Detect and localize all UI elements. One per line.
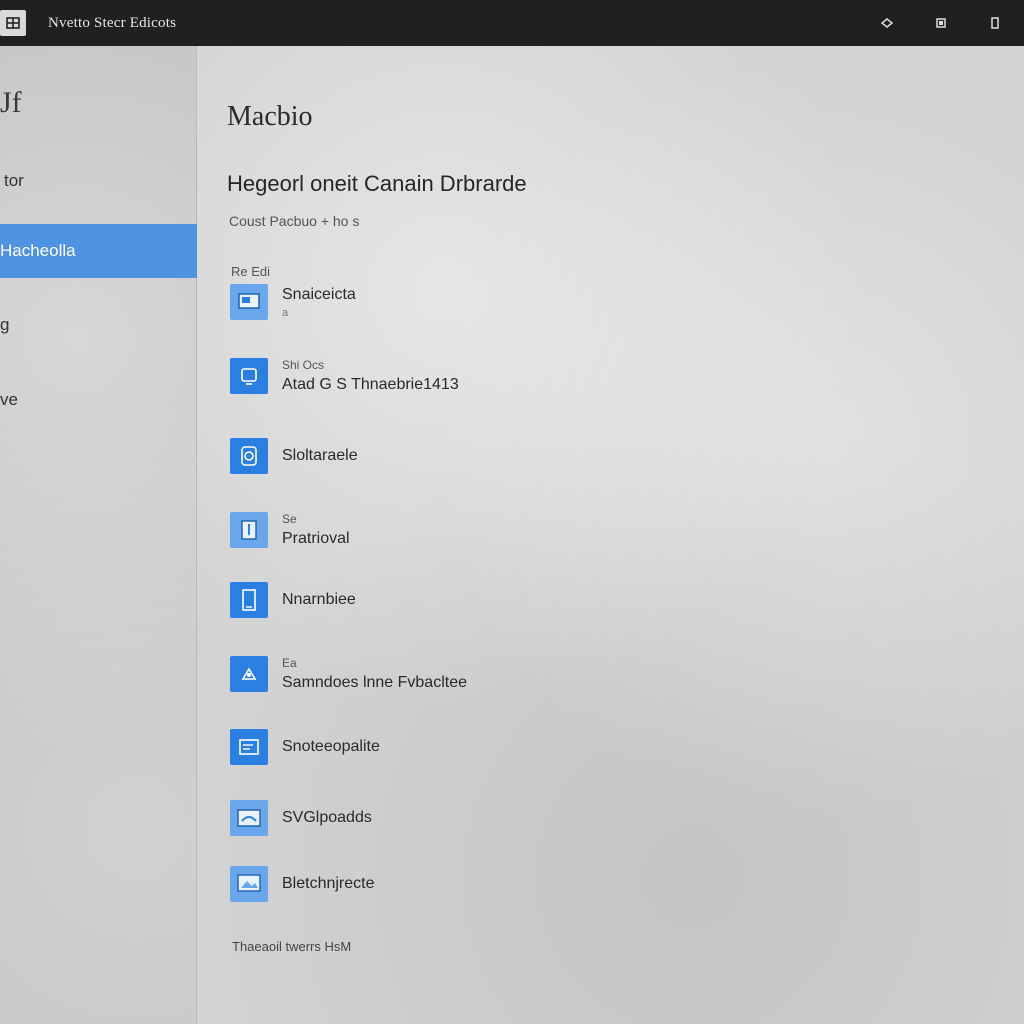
setting-item[interactable]: Nnarnbiee: [230, 582, 356, 618]
sidebar-item-label: Hacheolla: [0, 241, 76, 260]
section-label: Re Edi: [231, 264, 271, 279]
setting-item[interactable]: SVGlpoadds: [230, 800, 372, 836]
sidebar-item-4[interactable]: ve: [0, 373, 197, 427]
image-icon: [230, 866, 268, 902]
app-logo-icon: [0, 10, 26, 36]
setting-label: Nnarnbiee: [282, 591, 356, 608]
page-caption: Coust Pacbuo + ho s: [229, 213, 360, 229]
display-icon: [230, 284, 268, 320]
setting-item[interactable]: Snoteeopalite: [230, 729, 380, 765]
setting-label: Snoteeopalite: [282, 738, 380, 755]
page-subtitle: Hegeorl oneit Canain Drbrarde: [227, 171, 527, 196]
list-icon: [230, 729, 268, 765]
setting-caption: Shi Ocs: [282, 358, 325, 372]
sidebar-item-selected[interactable]: Hacheolla: [0, 224, 197, 278]
pen-icon: [230, 512, 268, 548]
close-icon[interactable]: [986, 14, 1004, 32]
sidebar-item-label: ve: [0, 390, 18, 409]
setting-caption: Se: [282, 512, 297, 526]
sidebar-item-label: tor: [4, 171, 24, 190]
setting-item[interactable]: Ea Samndoes lnne Fvbacltee: [230, 656, 467, 692]
setting-item[interactable]: Bletchnjrecte: [230, 866, 375, 902]
setting-sub: a: [282, 306, 289, 319]
document-icon: [230, 582, 268, 618]
setting-label: SVGlpoadds: [282, 809, 372, 826]
setting-caption: Ea: [282, 656, 297, 670]
shield-icon: [230, 438, 268, 474]
cloud-icon: [230, 800, 268, 836]
setting-label: Atad G S Thnaebrie1413: [282, 376, 459, 393]
window-controls: [878, 0, 1004, 46]
sidebar-item-label: g: [0, 315, 10, 334]
page-title: Macbio: [227, 101, 313, 132]
setting-label: Bletchnjrecte: [282, 875, 375, 892]
sidebar: Jf tor Hacheolla g ve: [0, 46, 197, 1024]
sidebar-item-1[interactable]: tor: [0, 154, 197, 208]
app-window: Nvetto Stecr Edicots Jf tor Hacheolla g …: [0, 0, 1024, 1024]
setting-item[interactable]: Shi Ocs Atad G S Thnaebrie1413: [230, 358, 459, 394]
sync-icon[interactable]: [878, 14, 896, 32]
pin-icon: [230, 656, 268, 692]
title-bar: Nvetto Stecr Edicots: [0, 0, 1024, 46]
sidebar-heading: Jf: [0, 86, 22, 119]
restore-icon[interactable]: [932, 14, 950, 32]
setting-item[interactable]: Se Pratrioval: [230, 512, 350, 548]
footer-link[interactable]: Thaeaoil twerrs HsM: [232, 939, 351, 954]
setting-label: Sloltaraele: [282, 447, 358, 464]
setting-item[interactable]: Snaiceicta a: [230, 284, 356, 320]
sidebar-item-3[interactable]: g: [0, 298, 197, 352]
main-content: Macbio Hegeorl oneit Canain Drbrarde Cou…: [197, 46, 1024, 1024]
setting-label: Snaiceicta: [282, 285, 356, 303]
setting-label: Pratrioval: [282, 530, 350, 547]
monitor-icon: [230, 358, 268, 394]
window-title: Nvetto Stecr Edicots: [48, 14, 177, 31]
setting-label: Samndoes lnne Fvbacltee: [282, 674, 467, 691]
setting-item[interactable]: Sloltaraele: [230, 438, 358, 474]
